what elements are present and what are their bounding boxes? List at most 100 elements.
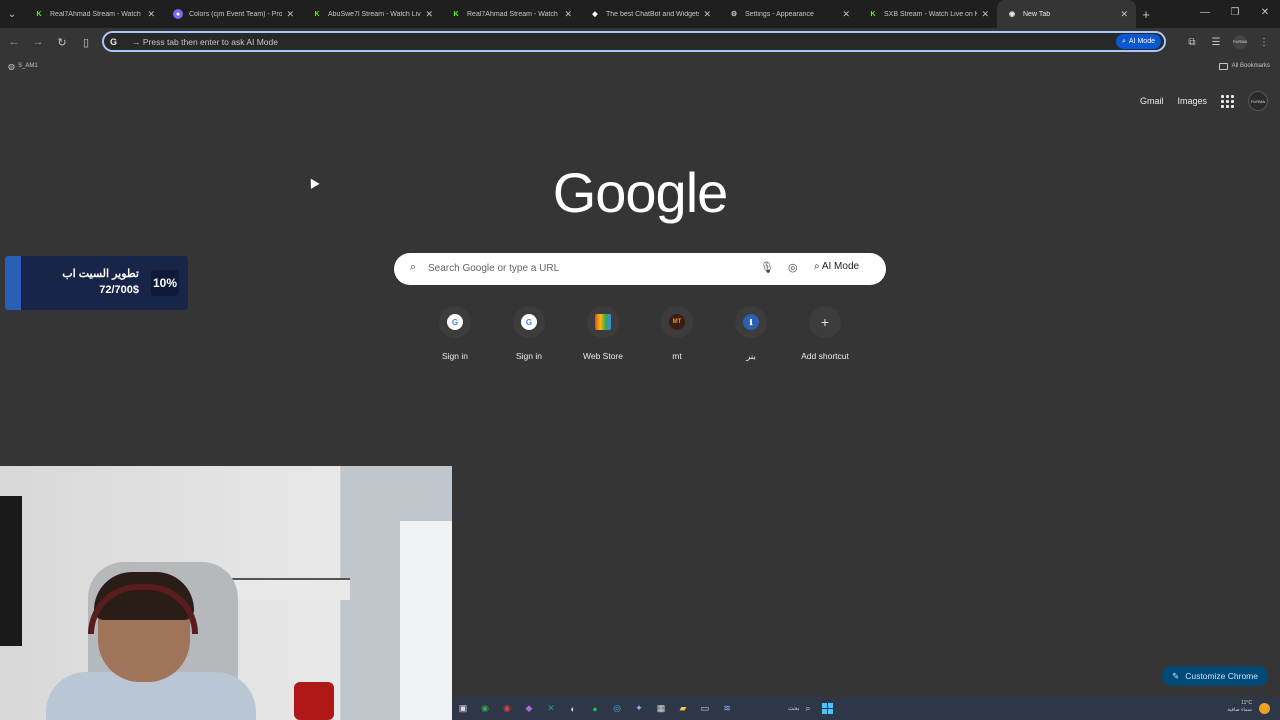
customize-chrome-button[interactable]: ✎ Customize Chrome — [1162, 666, 1268, 686]
minimize-icon[interactable]: — — [1190, 0, 1220, 28]
tab[interactable]: ⚙ Settings - Appearance ✕ — [719, 0, 858, 28]
windows-start-icon[interactable] — [822, 702, 834, 715]
tab-strip: ⌄ K Real7Ahmad Stream - Watch Live on...… — [0, 0, 1280, 28]
forward-icon[interactable]: → — [26, 36, 50, 48]
new-tab-button[interactable]: + — [1136, 7, 1156, 22]
steam-icon[interactable]: ◐ — [562, 697, 584, 720]
restore-icon[interactable]: ❐ — [1220, 0, 1250, 28]
tab-title: New Tab — [1023, 10, 1051, 18]
shortcut-tile[interactable]: Web Store — [566, 306, 640, 362]
discord-icon[interactable]: ◆ — [518, 697, 540, 720]
tab-title: Real7Ahmad Stream - Watch Live on... — [467, 10, 560, 18]
donation-goal-overlay: تطوير السيت اب 72/700$ 10% — [5, 256, 188, 310]
kick-icon: K — [36, 10, 42, 18]
weather-icon[interactable] — [1259, 703, 1270, 714]
side-panel-icon[interactable]: ▯ — [74, 36, 98, 49]
close-icon[interactable]: ✕ — [981, 9, 989, 20]
toolbar-actions: ⧉ ☰ FURMA ⋮ — [1180, 28, 1276, 56]
tab-title: SXB Stream - Watch Live on Kick — [884, 10, 978, 18]
tab-active[interactable]: ◉ New Tab ✕ — [997, 0, 1136, 28]
tray-condition: سماء صافية — [1227, 707, 1252, 713]
webcam-feed — [0, 466, 452, 720]
close-icon[interactable]: ✕ — [147, 9, 155, 20]
tab[interactable]: K SXB Stream - Watch Live on Kick ✕ — [858, 0, 997, 28]
botrix-icon: ◆ — [592, 11, 598, 18]
tray-temp: 11°C — [1241, 700, 1252, 706]
tab-search-list-icon[interactable]: ☰ — [1204, 37, 1228, 48]
google-icon: G — [513, 306, 545, 338]
close-icon[interactable]: ✕ — [286, 9, 294, 20]
edge-icon[interactable]: ◎ — [606, 697, 628, 720]
banner-icon: ℹ — [735, 306, 767, 338]
search-icon: ⌕ — [409, 261, 417, 273]
cam-monitor — [0, 496, 22, 646]
spotify-icon[interactable]: ● — [584, 697, 606, 720]
ai-mode-search-button[interactable]: ⌕ AI Mode — [814, 261, 859, 272]
shortcut-label: Add shortcut — [801, 351, 849, 361]
search-icon: ⌕ — [805, 703, 811, 713]
calendar-icon[interactable]: ▦ — [650, 697, 672, 720]
profile-avatar[interactable]: FURMA — [1233, 35, 1247, 49]
tab[interactable]: ◆ The best ChatBot and Widgets for... ✕ — [580, 0, 719, 28]
reload-icon[interactable]: ↻ — [50, 36, 74, 49]
taskbar: ▣ ◉ ◉ ◆ ✕ ◐ ● ◎ ✦ ▦ ▰ ▭ ≋ بحث ⌕ 11°C سما… — [452, 697, 1280, 720]
tray-weather-text: 11°C سماء صافية — [1227, 700, 1252, 714]
close-icon[interactable]: ✕ — [564, 9, 572, 20]
chrome-icon[interactable]: ◉ — [474, 697, 496, 720]
notepad-icon[interactable]: ▭ — [694, 697, 716, 720]
shortcut-label: بنر — [746, 351, 756, 361]
ai-mode-button[interactable]: ⌕ AI Mode — [1116, 34, 1161, 49]
shortcut-tile[interactable]: G Sign in — [418, 306, 492, 362]
back-icon[interactable]: ← — [2, 36, 26, 48]
omnibox[interactable]: G → Press tab then enter to ask AI Mode … — [102, 31, 1166, 52]
tab[interactable]: K Real7Ahmad Stream - Watch Live on... ✕ — [441, 0, 580, 28]
shortcut-tile[interactable]: ℹ بنر — [714, 306, 788, 362]
tab-search-icon[interactable]: ⌄ — [0, 0, 24, 28]
bookmark-label: S_AM1 — [17, 63, 38, 69]
shortcut-label: Sign in — [516, 351, 542, 361]
shortcut-tile[interactable]: MT mt — [640, 306, 714, 362]
folder-icon[interactable]: ▰ — [672, 697, 694, 720]
tab-title: Real7Ahmad Stream - Watch Live on... — [50, 10, 143, 18]
tab-title: Colors (cjm Event Team) - ProBot — [189, 10, 283, 18]
all-bookmarks-label: All Bookmarks — [1231, 63, 1270, 69]
mt-icon: MT — [661, 306, 693, 338]
close-icon[interactable]: ✕ — [1120, 9, 1128, 20]
google-header: Gmail Images FURMA — [1140, 91, 1268, 111]
menu-icon[interactable]: ⋮ — [1252, 37, 1276, 48]
bookmark-item[interactable]: ◍ S_AM1 — [8, 62, 38, 71]
taskbar-search[interactable]: بحث ⌕ — [788, 703, 810, 714]
taskbar-app-icon[interactable]: ▣ — [452, 697, 474, 720]
tab[interactable]: ● Colors (cjm Event Team) - ProBot ✕ — [163, 0, 302, 28]
close-icon[interactable]: ✕ — [703, 9, 711, 20]
gmail-link[interactable]: Gmail — [1140, 96, 1164, 106]
app-icon[interactable]: ✦ — [628, 697, 650, 720]
search-box[interactable]: ⌕ Search Google or type a URL 🎙 ◎ ⌕ AI M… — [394, 253, 886, 285]
tab[interactable]: K AbuSwe7l Stream - Watch Live on Kick ✕ — [302, 0, 441, 28]
images-link[interactable]: Images — [1177, 96, 1207, 106]
mic-icon[interactable]: 🎙 — [760, 261, 774, 274]
account-avatar[interactable]: FURMA — [1248, 91, 1268, 111]
shortcuts-grid: G Sign in G Sign in Web Store MT mt ℹ بن… — [418, 306, 862, 362]
extensions-icon[interactable]: ⧉ — [1180, 37, 1204, 48]
close-icon[interactable]: ✕ — [425, 9, 433, 20]
record-icon[interactable]: ◉ — [496, 697, 518, 720]
ai-mode-label: AI Mode — [1128, 38, 1155, 45]
shortcut-tile[interactable]: G Sign in — [492, 306, 566, 362]
omnibox-hint: → Press tab then enter to ask AI Mode — [132, 36, 278, 47]
google-icon: G — [439, 306, 471, 338]
tab[interactable]: K Real7Ahmad Stream - Watch Live on... ✕ — [24, 0, 163, 28]
widgets-icon[interactable]: ≋ — [716, 697, 738, 720]
lens-icon[interactable]: ◎ — [788, 261, 798, 274]
close-window-icon[interactable]: ✕ — [1250, 0, 1280, 28]
chrome-icon: ◉ — [1008, 11, 1016, 18]
google-apps-icon[interactable] — [1221, 94, 1234, 108]
add-shortcut-button[interactable]: + Add shortcut — [788, 306, 862, 362]
all-bookmarks[interactable]: All Bookmarks — [1218, 62, 1270, 70]
close-icon[interactable]: ✕ — [842, 9, 850, 20]
kick-icon: K — [453, 10, 459, 18]
tab-title: AbuSwe7l Stream - Watch Live on Kick — [328, 10, 421, 18]
ai-search-icon: ⌕ — [1122, 37, 1126, 45]
excel-icon[interactable]: ✕ — [540, 697, 562, 720]
search-input[interactable]: Search Google or type a URL — [428, 263, 559, 274]
